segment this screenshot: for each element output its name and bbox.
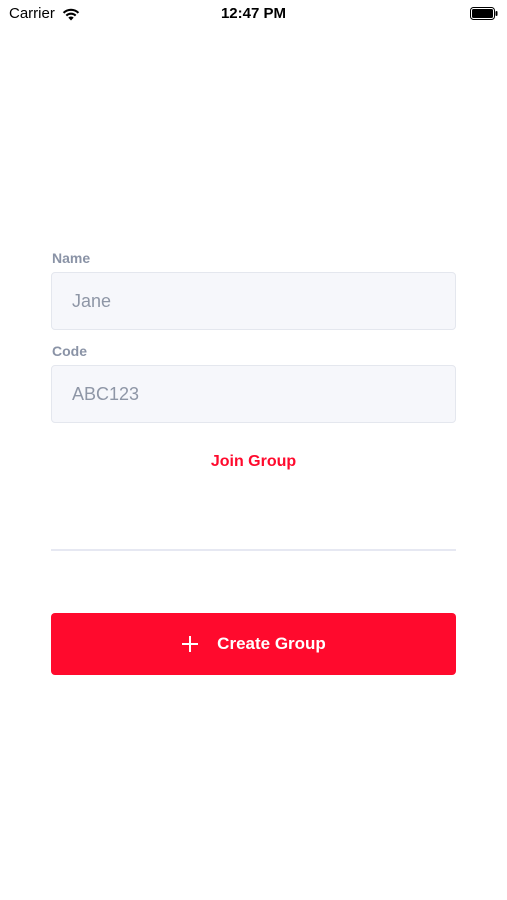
name-label: Name bbox=[52, 250, 91, 266]
join-group-button[interactable]: Join Group bbox=[0, 453, 507, 471]
code-label: Code bbox=[52, 343, 87, 359]
create-group-button[interactable]: Create Group bbox=[51, 613, 456, 675]
status-time: 12:47 PM bbox=[220, 5, 287, 22]
plus-icon bbox=[181, 635, 199, 653]
code-input[interactable] bbox=[51, 365, 456, 423]
divider bbox=[51, 549, 456, 551]
battery-icon bbox=[470, 7, 498, 20]
name-input[interactable] bbox=[51, 272, 456, 330]
status-bar: Carrier 12:47 PM bbox=[0, 0, 507, 28]
create-group-label: Create Group bbox=[217, 634, 326, 653]
